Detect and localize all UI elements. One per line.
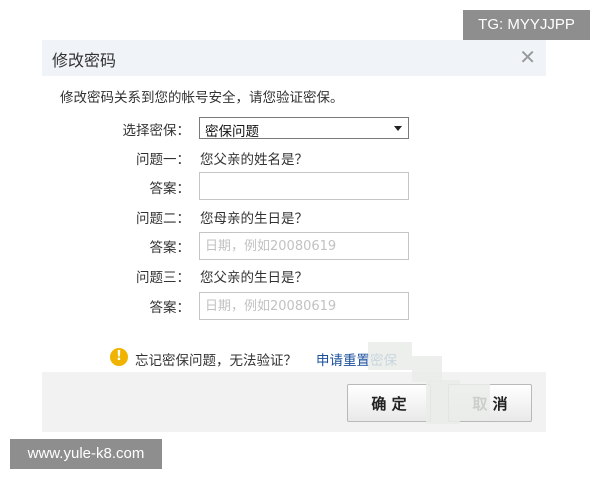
change-password-dialog: 修改密码 ✕ 修改密码关系到您的帐号安全，请您验证密保。 选择密保： 密保问题 … bbox=[42, 40, 546, 432]
question-3-label: 问题三： bbox=[136, 270, 190, 286]
answer-1-input[interactable] bbox=[199, 172, 409, 200]
answer-2-label: 答案： bbox=[149, 240, 191, 256]
answer-3-input[interactable] bbox=[199, 292, 409, 320]
watermark-site: www.yule-k8.com bbox=[10, 439, 162, 469]
dialog-title: 修改密码 bbox=[52, 51, 117, 70]
question-3-text: 您父亲的生日是？ bbox=[200, 270, 308, 286]
answer-3-label: 答案： bbox=[149, 300, 191, 316]
answer-1-label: 答案： bbox=[149, 181, 191, 197]
blur-patch bbox=[412, 356, 442, 382]
question-1-text: 您父亲的姓名是？ bbox=[200, 152, 308, 168]
security-type-label: 选择密保： bbox=[122, 123, 191, 139]
confirm-button[interactable]: 确 定 bbox=[347, 384, 431, 422]
forgot-question-text: 忘记密保问题，无法验证？ bbox=[135, 353, 297, 369]
blur-patch bbox=[426, 380, 460, 424]
blur-patch bbox=[460, 384, 490, 420]
watermark-tg: TG: MYYJJPP bbox=[463, 10, 590, 40]
security-type-value: 密保问题 bbox=[205, 124, 259, 140]
dialog-header: 修改密码 ✕ bbox=[42, 40, 546, 76]
chevron-down-icon bbox=[394, 126, 402, 131]
question-1-label: 问题一： bbox=[136, 152, 190, 168]
close-icon[interactable]: ✕ bbox=[519, 47, 536, 67]
question-2-label: 问题二： bbox=[136, 211, 190, 227]
warning-icon: ! bbox=[110, 348, 128, 366]
intro-text: 修改密码关系到您的帐号安全，请您验证密保。 bbox=[60, 90, 344, 106]
blur-patch bbox=[368, 342, 412, 370]
answer-2-input[interactable] bbox=[199, 232, 409, 260]
question-2-text: 您母亲的生日是？ bbox=[200, 211, 308, 227]
security-type-select[interactable]: 密保问题 bbox=[199, 117, 409, 140]
